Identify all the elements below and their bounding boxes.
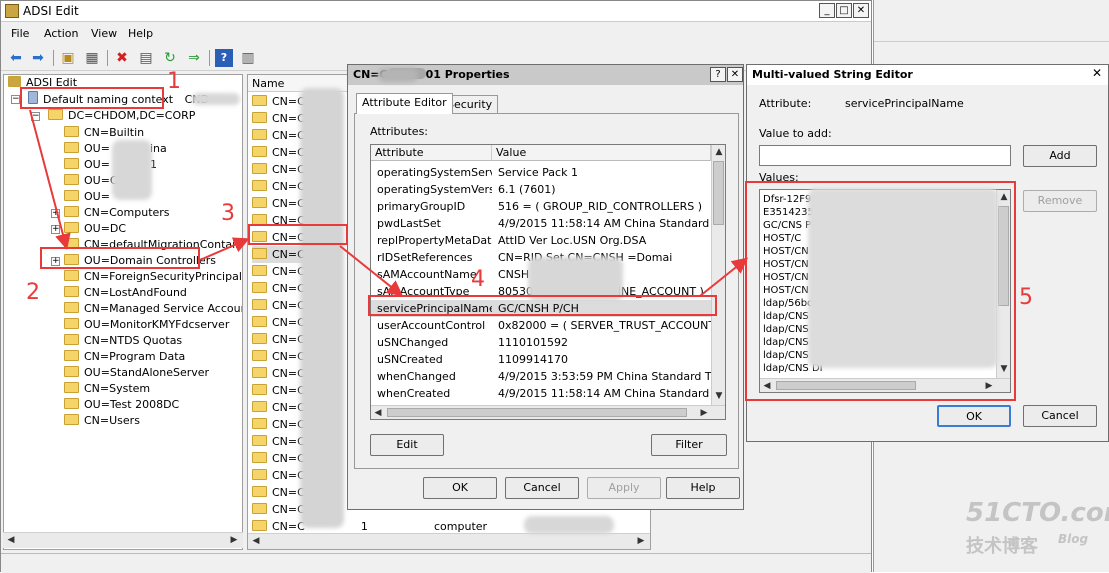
annotation-arrows (29, 109, 749, 297)
watermark-blog: Blog (1058, 532, 1089, 546)
watermark-subtitle: 技术博客 (966, 536, 1038, 557)
tab-attribute-editor[interactable]: Attribute Editor (356, 93, 453, 114)
annotation-arrow-3-4 (339, 245, 404, 297)
annotation-arrow-2-3 (199, 237, 250, 261)
annotation-arrow-4-5 (699, 257, 749, 297)
annotation-arrow-1-2 (29, 109, 71, 250)
watermark-logo: 51CTO.com (966, 498, 1109, 528)
